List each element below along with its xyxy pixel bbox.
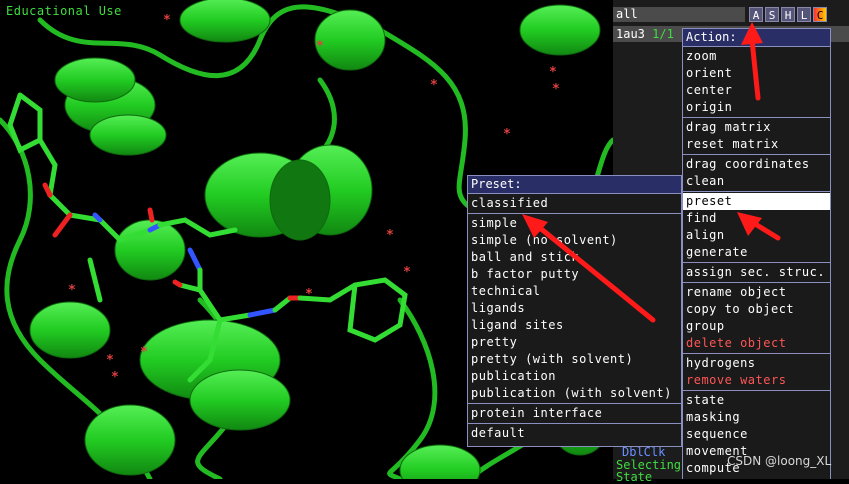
arrow-to-a-button — [749, 37, 761, 101]
arrow-to-classified — [537, 225, 656, 323]
csdn-credit: CSDN @loong_XL — [727, 454, 832, 468]
arrow-head-a — [741, 22, 763, 45]
annotation-arrows — [522, 22, 781, 323]
